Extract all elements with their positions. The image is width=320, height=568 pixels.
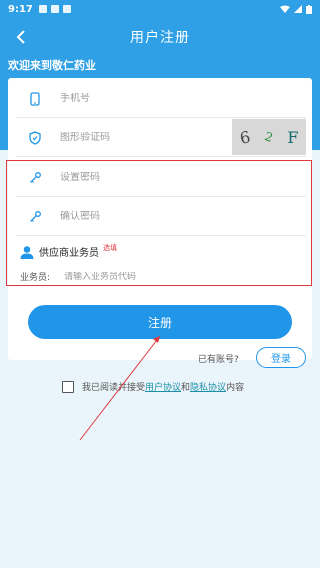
status-bar: 9:17 (0, 0, 320, 18)
agreement-checkbox[interactable] (62, 380, 74, 393)
app-notification-icon (62, 5, 71, 13)
highlight-box (6, 160, 312, 286)
captcha-char-2: 2 (262, 129, 275, 145)
captcha-char-3: F (287, 127, 299, 147)
phone-row (16, 80, 306, 118)
login-button[interactable]: 登录 (256, 347, 306, 368)
notification-icon (38, 5, 47, 13)
register-button[interactable]: 注册 (28, 305, 292, 339)
captcha-row: 6 2 F (16, 119, 306, 157)
user-agreement-link[interactable]: 用户协议 (145, 380, 181, 393)
privacy-agreement-link[interactable]: 隐私协议 (190, 380, 226, 393)
agreement-and: 和 (181, 383, 191, 393)
download-icon (50, 5, 59, 13)
page-title: 用户注册 (130, 30, 190, 46)
captcha-image[interactable]: 6 2 F (232, 119, 306, 155)
phone-input[interactable] (60, 93, 220, 104)
agreement-suffix: 内容 (226, 383, 245, 393)
battery-icon (306, 4, 312, 14)
shield-icon (26, 129, 44, 147)
status-time: 9:17 (8, 3, 33, 15)
signal-icon (294, 5, 302, 13)
back-button[interactable] (8, 24, 34, 50)
agreement-row: 我已阅读并接受 用户协议 和 隐私协议 内容 (62, 380, 244, 393)
chevron-left-icon (16, 30, 25, 44)
have-account-text: 已有账号? (198, 355, 239, 365)
captcha-char-1: 6 (237, 126, 252, 148)
nav-bar: 用户注册 (0, 20, 320, 54)
wifi-icon (280, 5, 290, 13)
phone-icon (26, 90, 44, 108)
welcome-text: 欢迎来到敬仁药业 (8, 59, 96, 72)
agreement-prefix: 我已阅读并接受 (82, 383, 146, 393)
captcha-input[interactable] (60, 132, 220, 143)
